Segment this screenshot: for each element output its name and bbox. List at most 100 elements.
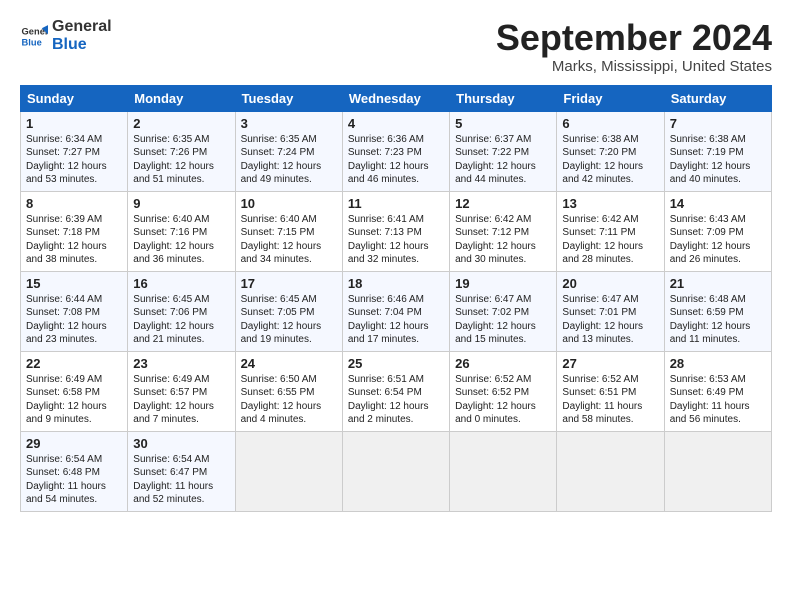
table-row: 5 Sunrise: 6:37 AM Sunset: 7:22 PM Daylig… — [450, 111, 557, 191]
table-row: 8 Sunrise: 6:39 AM Sunset: 7:18 PM Daylig… — [21, 191, 128, 271]
cell-info: Sunrise: 6:39 AM Sunset: 7:18 PM Dayligh… — [26, 213, 122, 267]
day-number: 20 — [562, 276, 658, 291]
cell-info: Sunrise: 6:52 AM Sunset: 6:52 PM Dayligh… — [455, 373, 551, 427]
table-row: 18Sunrise: 6:46 AM Sunset: 7:04 PM Dayli… — [342, 271, 449, 351]
cell-info: Sunrise: 6:37 AM Sunset: 7:22 PM Dayligh… — [455, 133, 551, 187]
day-number: 29 — [26, 436, 122, 451]
table-row: 3 Sunrise: 6:35 AM Sunset: 7:24 PM Daylig… — [235, 111, 342, 191]
cell-info: Sunrise: 6:47 AM Sunset: 7:02 PM Dayligh… — [455, 293, 551, 347]
header: General Blue General Blue September 2024… — [20, 18, 772, 75]
cell-info: Sunrise: 6:35 AM Sunset: 7:26 PM Dayligh… — [133, 133, 229, 187]
day-number: 15 — [26, 276, 122, 291]
cell-info: Sunrise: 6:35 AM Sunset: 7:24 PM Dayligh… — [241, 133, 337, 187]
header-row: Sunday Monday Tuesday Wednesday Thursday… — [21, 85, 772, 111]
cell-info: Sunrise: 6:42 AM Sunset: 7:11 PM Dayligh… — [562, 213, 658, 267]
day-number: 17 — [241, 276, 337, 291]
table-row: 16 Sunrise: 6:45 AM Sunset: 7:06 PM Dayli… — [128, 271, 235, 351]
day-number: 28 — [670, 356, 766, 371]
table-row: 11 Sunrise: 6:41 AM Sunset: 7:13 PM Dayli… — [342, 191, 449, 271]
table-row: 28 Sunrise: 6:53 AM Sunset: 6:49 PM Dayli… — [664, 351, 771, 431]
cell-info: Sunrise: 6:43 AM Sunset: 7:09 PM Dayligh… — [670, 213, 766, 267]
day-number: 16 — [133, 276, 229, 291]
cell-info: Sunrise: 6:51 AM Sunset: 6:54 PM Dayligh… — [348, 373, 444, 427]
table-row: 20 Sunrise: 6:47 AM Sunset: 7:01 PM Dayli… — [557, 271, 664, 351]
cell-info: Sunrise: 6:52 AM Sunset: 6:51 PM Dayligh… — [562, 373, 658, 427]
table-row: 4 Sunrise: 6:36 AM Sunset: 7:23 PM Daylig… — [342, 111, 449, 191]
location-text: Marks, Mississippi, United States — [496, 58, 772, 75]
cell-info: Sunrise: 6:36 AM Sunset: 7:23 PM Dayligh… — [348, 133, 444, 187]
title-block: September 2024 Marks, Mississippi, Unite… — [496, 18, 772, 75]
col-sunday: Sunday — [21, 85, 128, 111]
table-row: 2Sunrise: 6:35 AM Sunset: 7:26 PM Daylig… — [128, 111, 235, 191]
day-number: 24 — [241, 356, 337, 371]
day-number: 4 — [348, 116, 444, 131]
table-row: 21 Sunrise: 6:48 AM Sunset: 6:59 PM Dayli… — [664, 271, 771, 351]
table-row: 6Sunrise: 6:38 AM Sunset: 7:20 PM Daylig… — [557, 111, 664, 191]
logo-icon: General Blue — [20, 22, 48, 50]
cell-info: Sunrise: 6:49 AM Sunset: 6:58 PM Dayligh… — [26, 373, 122, 427]
logo-text-blue: Blue — [52, 36, 112, 54]
day-number: 19 — [455, 276, 551, 291]
cell-info: Sunrise: 6:41 AM Sunset: 7:13 PM Dayligh… — [348, 213, 444, 267]
table-row — [342, 431, 449, 511]
cell-info: Sunrise: 6:42 AM Sunset: 7:12 PM Dayligh… — [455, 213, 551, 267]
col-saturday: Saturday — [664, 85, 771, 111]
cell-info: Sunrise: 6:48 AM Sunset: 6:59 PM Dayligh… — [670, 293, 766, 347]
day-number: 22 — [26, 356, 122, 371]
cell-info: Sunrise: 6:47 AM Sunset: 7:01 PM Dayligh… — [562, 293, 658, 347]
day-number: 13 — [562, 196, 658, 211]
cell-info: Sunrise: 6:45 AM Sunset: 7:05 PM Dayligh… — [241, 293, 337, 347]
cell-info: Sunrise: 6:53 AM Sunset: 6:49 PM Dayligh… — [670, 373, 766, 427]
table-row: 26 Sunrise: 6:52 AM Sunset: 6:52 PM Dayli… — [450, 351, 557, 431]
cell-info: Sunrise: 6:45 AM Sunset: 7:06 PM Dayligh… — [133, 293, 229, 347]
cell-info: Sunrise: 6:54 AM Sunset: 6:48 PM Dayligh… — [26, 453, 122, 507]
table-row: 24 Sunrise: 6:50 AM Sunset: 6:55 PM Dayli… — [235, 351, 342, 431]
day-number: 3 — [241, 116, 337, 131]
col-wednesday: Wednesday — [342, 85, 449, 111]
table-row: 13 Sunrise: 6:42 AM Sunset: 7:11 PM Dayli… — [557, 191, 664, 271]
col-friday: Friday — [557, 85, 664, 111]
table-row: 19 Sunrise: 6:47 AM Sunset: 7:02 PM Dayli… — [450, 271, 557, 351]
table-row: 15 Sunrise: 6:44 AM Sunset: 7:08 PM Dayli… — [21, 271, 128, 351]
cell-info: Sunrise: 6:50 AM Sunset: 6:55 PM Dayligh… — [241, 373, 337, 427]
table-row: 23Sunrise: 6:49 AM Sunset: 6:57 PM Dayli… — [128, 351, 235, 431]
day-number: 5 — [455, 116, 551, 131]
day-number: 27 — [562, 356, 658, 371]
logo-text-general: General — [52, 18, 112, 36]
calendar-table: Sunday Monday Tuesday Wednesday Thursday… — [20, 85, 772, 512]
month-title: September 2024 — [496, 18, 772, 58]
cell-info: Sunrise: 6:40 AM Sunset: 7:15 PM Dayligh… — [241, 213, 337, 267]
logo: General Blue General Blue — [20, 18, 112, 53]
table-row: 30 Sunrise: 6:54 AM Sunset: 6:47 PM Dayli… — [128, 431, 235, 511]
day-number: 6 — [562, 116, 658, 131]
table-row — [557, 431, 664, 511]
table-row: 14Sunrise: 6:43 AM Sunset: 7:09 PM Dayli… — [664, 191, 771, 271]
day-number: 9 — [133, 196, 229, 211]
cell-info: Sunrise: 6:54 AM Sunset: 6:47 PM Dayligh… — [133, 453, 229, 507]
table-row: 27 Sunrise: 6:52 AM Sunset: 6:51 PM Dayli… — [557, 351, 664, 431]
svg-text:Blue: Blue — [22, 37, 42, 47]
col-thursday: Thursday — [450, 85, 557, 111]
table-row: 9Sunrise: 6:40 AM Sunset: 7:16 PM Daylig… — [128, 191, 235, 271]
day-number: 12 — [455, 196, 551, 211]
day-number: 26 — [455, 356, 551, 371]
table-row: 7 Sunrise: 6:38 AM Sunset: 7:19 PM Daylig… — [664, 111, 771, 191]
cell-info: Sunrise: 6:46 AM Sunset: 7:04 PM Dayligh… — [348, 293, 444, 347]
cell-info: Sunrise: 6:44 AM Sunset: 7:08 PM Dayligh… — [26, 293, 122, 347]
table-row: 22 Sunrise: 6:49 AM Sunset: 6:58 PM Dayli… — [21, 351, 128, 431]
day-number: 21 — [670, 276, 766, 291]
day-number: 30 — [133, 436, 229, 451]
day-number: 1 — [26, 116, 122, 131]
table-row — [235, 431, 342, 511]
table-row — [450, 431, 557, 511]
col-monday: Monday — [128, 85, 235, 111]
day-number: 11 — [348, 196, 444, 211]
table-row: 12 Sunrise: 6:42 AM Sunset: 7:12 PM Dayli… — [450, 191, 557, 271]
table-row: 25 Sunrise: 6:51 AM Sunset: 6:54 PM Dayli… — [342, 351, 449, 431]
day-number: 25 — [348, 356, 444, 371]
day-number: 8 — [26, 196, 122, 211]
cell-info: Sunrise: 6:38 AM Sunset: 7:19 PM Dayligh… — [670, 133, 766, 187]
day-number: 7 — [670, 116, 766, 131]
day-number: 10 — [241, 196, 337, 211]
cell-info: Sunrise: 6:49 AM Sunset: 6:57 PM Dayligh… — [133, 373, 229, 427]
